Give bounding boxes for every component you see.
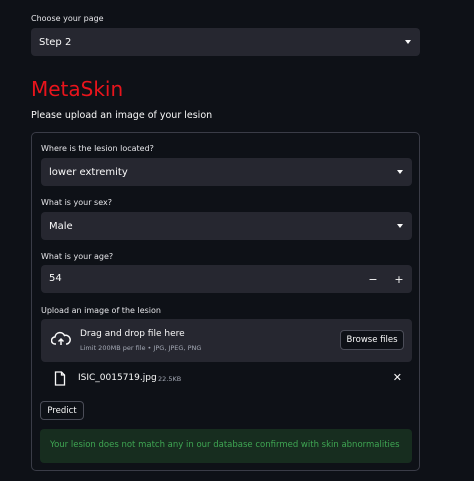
file-icon — [54, 371, 66, 390]
file-name: ISIC_0015719.jpg — [78, 373, 157, 383]
lesion-form: Where is the lesion located? lower extre… — [31, 132, 420, 471]
sex-value: Male — [49, 220, 73, 232]
location-label: Where is the lesion located? — [41, 144, 154, 153]
sex-label: What is your sex? — [41, 198, 112, 207]
dropzone-limit: Limit 200MB per file • JPG, JPEG, PNG — [80, 344, 202, 352]
increment-button[interactable]: + — [386, 265, 412, 293]
age-stepper: 54 − + — [41, 265, 412, 293]
chevron-down-icon — [397, 170, 403, 174]
upload-label: Upload an image of the lesion — [41, 306, 161, 315]
uploaded-file: ISIC_0015719.jpg 22.5KB ✕ — [41, 370, 412, 388]
age-input[interactable]: 54 — [49, 273, 62, 284]
dropzone-title: Drag and drop file here — [80, 329, 185, 339]
location-value: lower extremity — [49, 166, 128, 178]
page-select-value: Step 2 — [39, 36, 72, 48]
app-subtitle: Please upload an image of your lesion — [31, 110, 213, 121]
chevron-down-icon — [397, 224, 403, 228]
decrement-button[interactable]: − — [360, 265, 386, 293]
file-size: 22.5KB — [158, 375, 182, 383]
sex-select[interactable]: Male — [41, 212, 412, 240]
age-label: What is your age? — [41, 252, 114, 261]
close-icon[interactable]: ✕ — [393, 371, 402, 384]
app-title: MetaSkin — [31, 77, 124, 101]
chevron-down-icon — [405, 40, 411, 44]
file-dropzone[interactable]: Drag and drop file here Limit 200MB per … — [41, 319, 412, 362]
browse-files-button[interactable]: Browse files — [340, 330, 404, 350]
page-select[interactable]: Step 2 — [31, 28, 420, 56]
result-alert: Your lesion does not match any in our da… — [40, 429, 412, 463]
predict-button[interactable]: Predict — [40, 401, 84, 420]
page-chooser-label: Choose your page — [31, 14, 104, 23]
location-select[interactable]: lower extremity — [41, 158, 412, 186]
cloud-upload-icon — [50, 331, 71, 351]
